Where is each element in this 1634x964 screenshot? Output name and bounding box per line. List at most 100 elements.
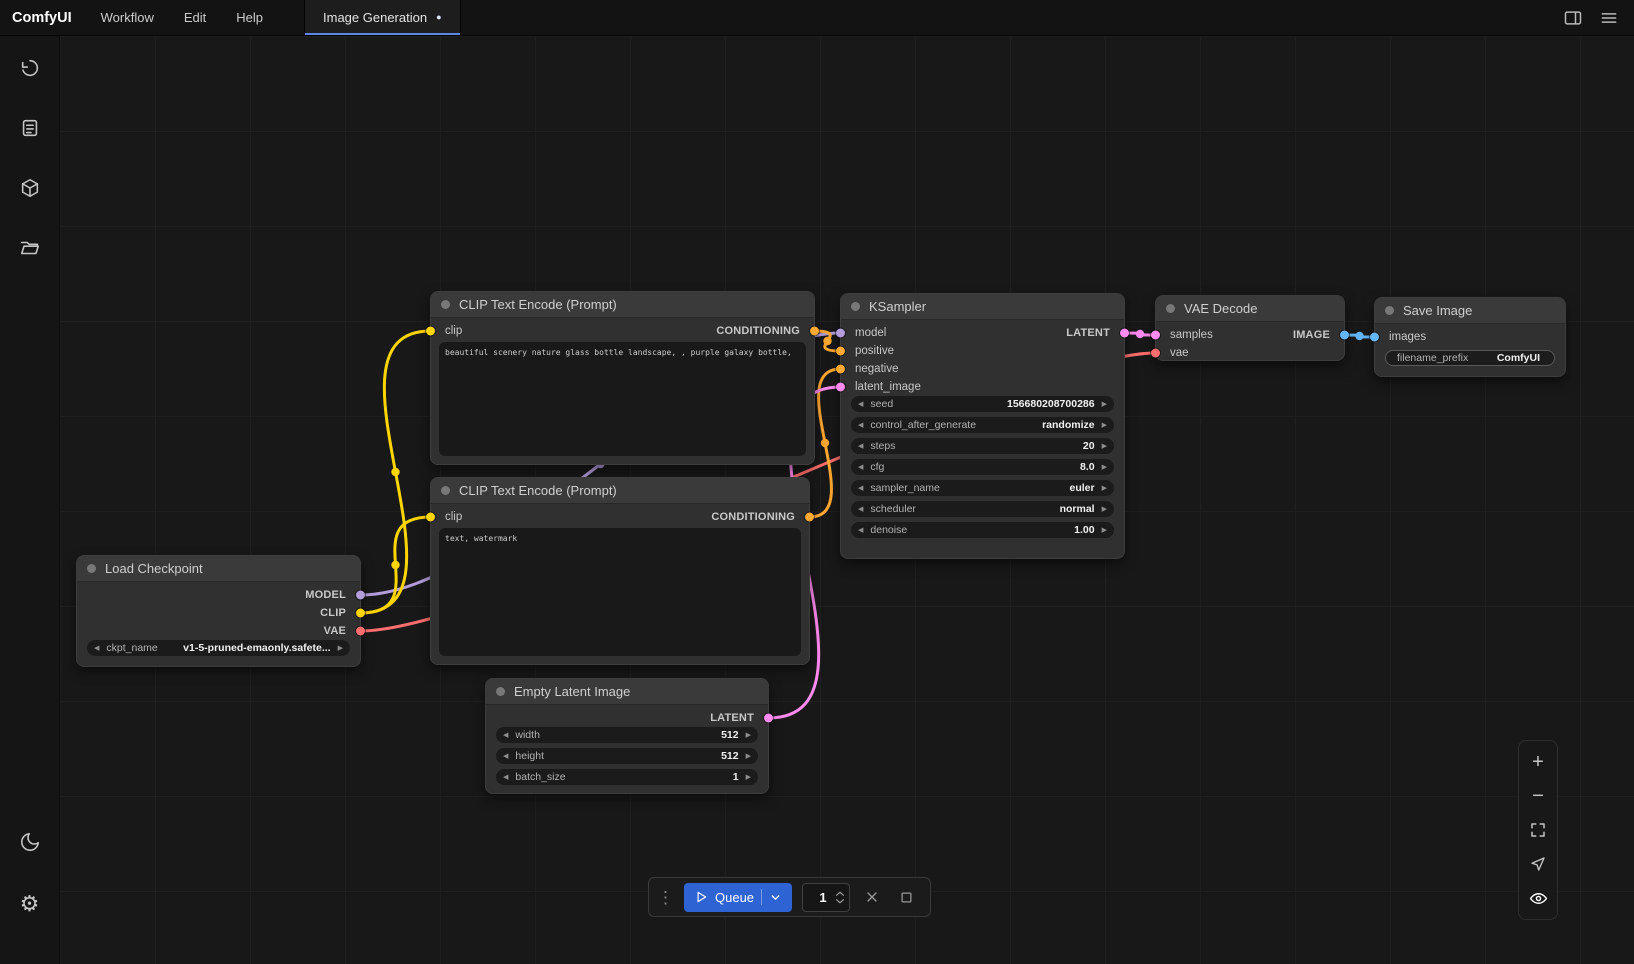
decrement-arrow-icon[interactable]: ◀ bbox=[858, 506, 863, 513]
tab-image-generation[interactable]: Image Generation ● bbox=[304, 0, 461, 35]
widget-sampler_name[interactable]: ◀sampler_nameeuler▶ bbox=[851, 480, 1114, 496]
sidebar-item-queue[interactable] bbox=[10, 108, 50, 148]
node-title-bar[interactable]: KSampler bbox=[841, 294, 1124, 320]
output-slot-LATENT[interactable] bbox=[1120, 329, 1129, 338]
input-slot-positive[interactable] bbox=[836, 347, 845, 356]
input-slot-images[interactable] bbox=[1370, 333, 1379, 342]
menu-workflow[interactable]: Workflow bbox=[86, 0, 169, 35]
hamburger-icon bbox=[1599, 8, 1619, 28]
increment-arrow-icon[interactable]: ▶ bbox=[746, 732, 751, 739]
increment-arrow-icon[interactable]: ▶ bbox=[1102, 422, 1107, 429]
increment-arrow-icon[interactable]: ▶ bbox=[746, 753, 751, 760]
widget-filename_prefix[interactable]: filename_prefixComfyUI bbox=[1385, 350, 1555, 366]
increment-arrow-icon[interactable]: ▶ bbox=[746, 774, 751, 781]
widget-width[interactable]: ◀width512▶ bbox=[496, 727, 758, 743]
node-save-image[interactable]: Save Imageimagesfilename_prefixComfyUI bbox=[1374, 297, 1566, 377]
widget-cfg[interactable]: ◀cfg8.0▶ bbox=[851, 459, 1114, 475]
output-slot-MODEL[interactable] bbox=[356, 591, 365, 600]
drag-handle-icon[interactable]: ⋮ bbox=[657, 889, 674, 906]
node-clip-text-encode-positive[interactable]: CLIP Text Encode (Prompt)clipCONDITIONIN… bbox=[430, 291, 815, 465]
decrement-arrow-icon[interactable]: ◀ bbox=[858, 443, 863, 450]
cancel-run-button[interactable] bbox=[860, 885, 884, 909]
decrement-arrow-icon[interactable]: ◀ bbox=[858, 464, 863, 471]
widget-seed[interactable]: ◀seed156680208700286▶ bbox=[851, 396, 1114, 412]
node-vae-decode[interactable]: VAE DecodesamplesIMAGEvae bbox=[1155, 295, 1345, 361]
widget-ckpt_name[interactable]: ◀ckpt_namev1-5-pruned-emaonly.safete...▶ bbox=[87, 640, 350, 656]
zoom-out-button[interactable]: − bbox=[1521, 779, 1555, 813]
collapse-dot[interactable] bbox=[1166, 304, 1175, 313]
increment-arrow-icon[interactable]: ▶ bbox=[1102, 401, 1107, 408]
node-empty-latent-image[interactable]: Empty Latent ImageLATENT◀width512▶◀heigh… bbox=[485, 678, 769, 794]
theme-toggle-button[interactable] bbox=[10, 822, 50, 862]
output-slot-CONDITIONING[interactable] bbox=[805, 513, 814, 522]
decrement-arrow-icon[interactable]: ◀ bbox=[858, 485, 863, 492]
batch-count-spinner[interactable]: 1 bbox=[802, 883, 850, 912]
collapse-dot[interactable] bbox=[851, 302, 860, 311]
increment-arrow-icon[interactable]: ▶ bbox=[338, 645, 343, 652]
increment-arrow-icon[interactable]: ▶ bbox=[1102, 485, 1107, 492]
settings-button[interactable]: ⚙ bbox=[10, 884, 50, 924]
increment-arrow-icon[interactable]: ▶ bbox=[1102, 506, 1107, 513]
zoom-in-button[interactable]: + bbox=[1521, 745, 1555, 779]
input-slot-samples[interactable] bbox=[1151, 331, 1160, 340]
widget-steps[interactable]: ◀steps20▶ bbox=[851, 438, 1114, 454]
collapse-dot[interactable] bbox=[496, 687, 505, 696]
toggle-panel-button[interactable] bbox=[1558, 5, 1588, 31]
decrement-arrow-icon[interactable]: ◀ bbox=[858, 401, 863, 408]
output-slot-IMAGE[interactable] bbox=[1340, 331, 1349, 340]
sidebar-item-model-library[interactable] bbox=[10, 168, 50, 208]
output-slot-CONDITIONING[interactable] bbox=[810, 327, 819, 336]
collapse-dot[interactable] bbox=[441, 300, 450, 309]
sidebar-item-history[interactable] bbox=[10, 48, 50, 88]
widget-height[interactable]: ◀height512▶ bbox=[496, 748, 758, 764]
collapse-dot[interactable] bbox=[87, 564, 96, 573]
output-slot-CLIP[interactable] bbox=[356, 609, 365, 618]
input-slot-negative[interactable] bbox=[836, 365, 845, 374]
stop-button[interactable] bbox=[894, 885, 918, 909]
chevron-down-icon[interactable] bbox=[769, 891, 782, 904]
fit-view-button[interactable] bbox=[1521, 813, 1555, 847]
node-title-bar[interactable]: CLIP Text Encode (Prompt) bbox=[431, 292, 814, 318]
increment-arrow-icon[interactable]: ▶ bbox=[1102, 464, 1107, 471]
sidebar-item-workflows[interactable] bbox=[10, 228, 50, 268]
prompt-textarea[interactable]: text, watermark bbox=[439, 528, 801, 656]
main-menu-button[interactable] bbox=[1594, 5, 1624, 31]
output-slot-LATENT[interactable] bbox=[764, 714, 773, 723]
input-slot-clip[interactable] bbox=[426, 327, 435, 336]
increment-arrow-icon[interactable]: ▶ bbox=[1102, 443, 1107, 450]
spinner-down-icon[interactable] bbox=[835, 898, 845, 905]
decrement-arrow-icon[interactable]: ◀ bbox=[94, 645, 99, 652]
node-title-bar[interactable]: Empty Latent Image bbox=[486, 679, 768, 705]
decrement-arrow-icon[interactable]: ◀ bbox=[858, 527, 863, 534]
input-slot-vae[interactable] bbox=[1151, 349, 1160, 358]
input-slot-model[interactable] bbox=[836, 329, 845, 338]
node-title-bar[interactable]: CLIP Text Encode (Prompt) bbox=[431, 478, 809, 504]
select-mode-button[interactable] bbox=[1521, 847, 1555, 881]
collapse-dot[interactable] bbox=[441, 486, 450, 495]
output-slot-VAE[interactable] bbox=[356, 627, 365, 636]
decrement-arrow-icon[interactable]: ◀ bbox=[503, 732, 508, 739]
queue-button[interactable]: Queue bbox=[684, 883, 792, 912]
input-slot-latent_image[interactable] bbox=[836, 383, 845, 392]
widget-batch_size[interactable]: ◀batch_size1▶ bbox=[496, 769, 758, 785]
node-title-bar[interactable]: VAE Decode bbox=[1156, 296, 1344, 322]
node-ksampler[interactable]: KSamplermodelLATENTpositivenegativelaten… bbox=[840, 293, 1125, 559]
collapse-dot[interactable] bbox=[1385, 306, 1394, 315]
node-load-checkpoint[interactable]: Load CheckpointMODELCLIPVAE◀ckpt_namev1-… bbox=[76, 555, 361, 667]
widget-denoise[interactable]: ◀denoise1.00▶ bbox=[851, 522, 1114, 538]
node-clip-text-encode-negative[interactable]: CLIP Text Encode (Prompt)clipCONDITIONIN… bbox=[430, 477, 810, 665]
widget-control_after_generate[interactable]: ◀control_after_generaterandomize▶ bbox=[851, 417, 1114, 433]
decrement-arrow-icon[interactable]: ◀ bbox=[503, 753, 508, 760]
decrement-arrow-icon[interactable]: ◀ bbox=[858, 422, 863, 429]
prompt-textarea[interactable]: beautiful scenery nature glass bottle la… bbox=[439, 342, 806, 456]
input-slot-clip[interactable] bbox=[426, 513, 435, 522]
decrement-arrow-icon[interactable]: ◀ bbox=[503, 774, 508, 781]
widget-scheduler[interactable]: ◀schedulernormal▶ bbox=[851, 501, 1114, 517]
toggle-visibility-button[interactable] bbox=[1521, 881, 1555, 915]
menu-help[interactable]: Help bbox=[221, 0, 278, 35]
spinner-up-icon[interactable] bbox=[835, 890, 845, 897]
node-title-bar[interactable]: Load Checkpoint bbox=[77, 556, 360, 582]
node-title-bar[interactable]: Save Image bbox=[1375, 298, 1565, 324]
menu-edit[interactable]: Edit bbox=[169, 0, 221, 35]
increment-arrow-icon[interactable]: ▶ bbox=[1102, 527, 1107, 534]
